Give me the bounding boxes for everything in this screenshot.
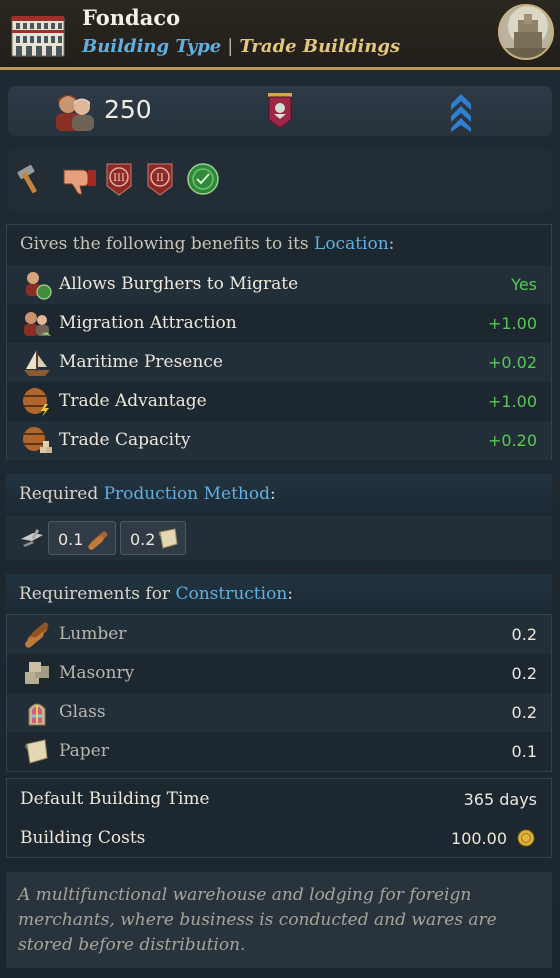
population-value: 250: [104, 95, 152, 124]
benefit-label: Maritime Presence: [59, 352, 223, 372]
ship-icon: [24, 350, 50, 376]
production-method-heading: Required Production Method:: [6, 474, 552, 514]
production-head-text: Required: [19, 484, 104, 504]
building-stat-bar: 250: [8, 86, 552, 136]
burghers-migrate-icon: [26, 272, 52, 300]
building-time-row: Default Building Time 365 days: [7, 780, 551, 819]
production-head-colon: :: [269, 484, 276, 504]
benefit-row: Trade Capacity +0.20: [7, 421, 551, 460]
masonry-icon: [25, 662, 49, 684]
benefits-heading-colon: :: [388, 234, 395, 254]
production-input-chip[interactable]: 0.1: [48, 521, 116, 555]
migration-icon: [24, 312, 51, 336]
building-traits-row: III II: [8, 150, 552, 210]
benefit-value: +0.02: [487, 353, 537, 372]
building-time-value: 365 days: [463, 790, 537, 809]
requirement-value: 0.1: [511, 742, 537, 761]
building-cost-row: Building Costs 100.00: [7, 819, 551, 858]
benefit-value: Yes: [511, 275, 537, 294]
benefit-row: Maritime Presence +0.02: [7, 343, 551, 382]
rank-chevrons-icon[interactable]: [449, 92, 473, 132]
building-tooltip-panel: Fondaco Building Type | Trade Buildings 25: [0, 0, 560, 978]
requirement-label: Masonry: [59, 663, 135, 683]
benefit-label: Allows Burghers to Migrate: [59, 274, 299, 294]
benefit-value: +1.00: [487, 314, 537, 333]
benefits-heading: Gives the following benefits to its Loca…: [7, 225, 551, 254]
thumbs-down-icon[interactable]: [60, 162, 100, 196]
construction-head-colon: :: [287, 584, 293, 604]
requirement-value: 0.2: [511, 664, 537, 683]
benefit-value: +1.00: [487, 392, 537, 411]
paper-icon: [158, 528, 178, 549]
building-category[interactable]: Trade Buildings: [239, 36, 400, 57]
svg-text:III: III: [113, 173, 125, 184]
building-subtitle: Building Type | Trade Buildings: [82, 36, 400, 57]
requirement-label: Glass: [59, 702, 106, 722]
green-check-seal-icon[interactable]: [186, 162, 220, 196]
building-cost-label: Building Costs: [20, 828, 146, 848]
benefit-label: Trade Capacity: [59, 430, 191, 450]
requirement-value: 0.2: [511, 625, 537, 644]
building-type-link[interactable]: Building Type: [82, 36, 221, 57]
tier-two-badge-icon[interactable]: II: [147, 162, 173, 196]
building-cost-value: 100.00: [451, 829, 507, 848]
production-input-value: 0.1: [58, 530, 84, 549]
build-info-box: Default Building Time 365 days Building …: [6, 778, 552, 858]
location-benefits-box: Gives the following benefits to its Loca…: [6, 224, 552, 460]
lumber-icon: [25, 622, 49, 648]
benefit-value: +0.20: [487, 431, 537, 450]
svg-text:II: II: [156, 173, 164, 184]
building-title: Fondaco: [82, 5, 181, 30]
benefit-label: Trade Advantage: [59, 391, 207, 411]
production-method-link[interactable]: Production Method: [104, 484, 270, 504]
paper-icon: [25, 739, 48, 764]
hammer-icon[interactable]: [14, 162, 48, 196]
barrel-lightning-icon: [23, 388, 49, 417]
benefit-row: Migration Attraction +1.00: [7, 304, 551, 343]
benefit-row: Allows Burghers to Migrate Yes: [7, 265, 551, 304]
tooltip-header: Fondaco Building Type | Trade Buildings: [0, 0, 560, 70]
requirement-row: Lumber 0.2: [7, 615, 551, 654]
construction-requirements-box: Lumber 0.2 Masonry 0.2 Glass 0.2 Paper 0…: [6, 614, 552, 772]
production-input-value: 0.2: [130, 530, 156, 549]
pennant-icon[interactable]: [266, 92, 294, 130]
glass-icon: [28, 703, 46, 726]
building-description: A multifunctional warehouse and lodging …: [6, 872, 552, 968]
requirement-row: Glass 0.2: [7, 693, 551, 732]
requirement-label: Lumber: [59, 624, 127, 644]
fortress-illustration-icon: [500, 6, 552, 58]
gold-coin-icon: [517, 829, 535, 847]
building-time-label: Default Building Time: [20, 789, 210, 809]
benefit-label: Migration Attraction: [59, 313, 237, 333]
benefit-row: Trade Advantage +1.00: [7, 382, 551, 421]
benefits-intro-text: Gives the following benefits to its: [20, 234, 315, 254]
construction-head-text: Requirements for: [19, 584, 176, 604]
location-link[interactable]: Location: [314, 234, 389, 254]
requirement-value: 0.2: [511, 703, 537, 722]
requirement-row: Masonry 0.2: [7, 654, 551, 693]
production-method-row: 0.1 0.2: [6, 516, 552, 560]
tier-three-badge-icon[interactable]: III: [106, 162, 132, 196]
production-input-chip[interactable]: 0.2: [120, 521, 186, 555]
lumber-icon: [88, 531, 108, 550]
building-portrait: [498, 4, 554, 60]
barrel-crates-icon: [23, 427, 52, 453]
requirement-label: Paper: [59, 741, 109, 761]
construction-heading: Requirements for Construction:: [6, 574, 552, 614]
production-method-tool-icon[interactable]: [18, 525, 46, 551]
construction-link[interactable]: Construction: [175, 584, 287, 604]
subtitle-separator: |: [227, 36, 234, 57]
population-icon: [56, 95, 94, 131]
requirement-row: Paper 0.1: [7, 732, 551, 771]
fondaco-building-icon: [11, 16, 65, 57]
